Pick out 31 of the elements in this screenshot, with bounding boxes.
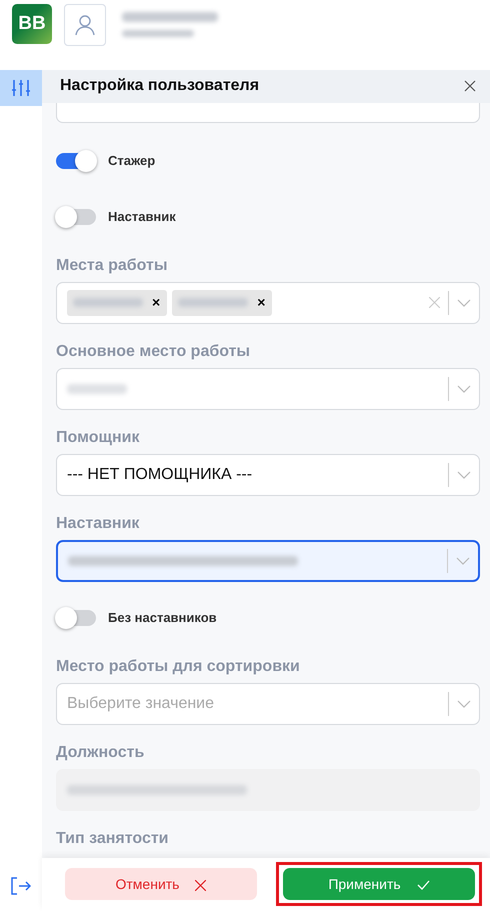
toggle-switch[interactable] bbox=[56, 152, 96, 169]
field-label: Тип занятости bbox=[56, 828, 170, 849]
dropdown-field[interactable] bbox=[56, 540, 480, 582]
dropdown-field[interactable]: × × bbox=[56, 282, 480, 324]
placeholder-text: Выберите значение bbox=[67, 694, 214, 714]
settings-icon[interactable] bbox=[0, 70, 42, 106]
field-label: Наставник bbox=[56, 514, 140, 534]
field-label: Основное место работы bbox=[56, 342, 252, 362]
field-label: Должность bbox=[56, 742, 146, 763]
toggle-switch[interactable] bbox=[56, 208, 96, 225]
cancel-button[interactable]: Отменить bbox=[65, 868, 257, 900]
remove-tag-button[interactable]: × bbox=[254, 292, 268, 314]
tag-chip[interactable]: × bbox=[172, 290, 272, 316]
dropdown-field[interactable]: --- НЕТ ПОМОЩНИКА --- bbox=[56, 454, 480, 496]
toggle-label: Наставник bbox=[108, 208, 176, 226]
panel-title: Настройка пользователя bbox=[60, 76, 260, 96]
redacted-text bbox=[73, 298, 143, 308]
field-value: --- НЕТ ПОМОЩНИКА --- bbox=[67, 464, 252, 485]
avatar[interactable] bbox=[64, 4, 106, 46]
close-icon[interactable] bbox=[464, 80, 476, 92]
remove-tag-button[interactable]: × bbox=[149, 292, 164, 314]
redacted-text bbox=[122, 30, 194, 37]
toggle-label: Стажер bbox=[108, 152, 156, 170]
toggle-label: Без наставников bbox=[108, 608, 217, 627]
redacted-text bbox=[178, 298, 248, 308]
toggle-switch[interactable] bbox=[56, 610, 96, 626]
tag-chip[interactable]: × bbox=[67, 290, 168, 316]
field-label: Места работы bbox=[56, 256, 169, 276]
app-logo[interactable]: BB bbox=[12, 4, 52, 44]
field-label: Помощник bbox=[56, 428, 140, 448]
field-label: Место работы для сортировки bbox=[56, 656, 301, 677]
